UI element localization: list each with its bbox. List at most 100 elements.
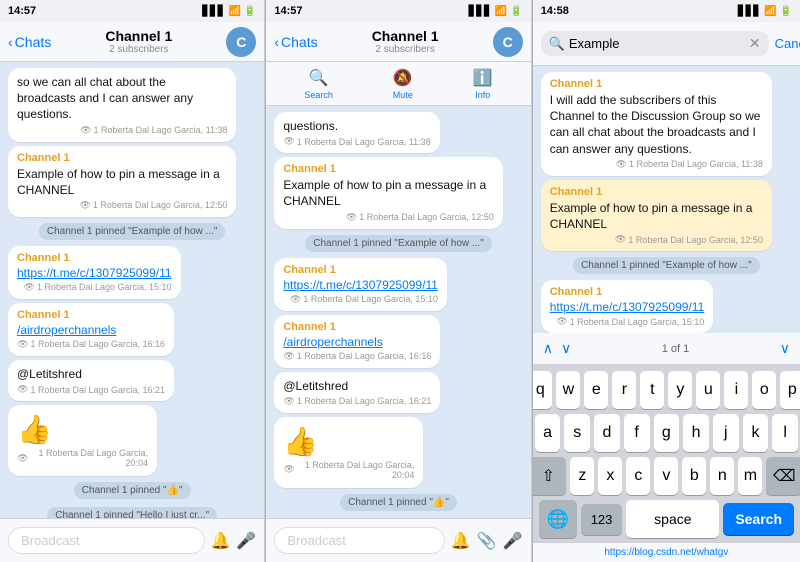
key-o[interactable]: o — [752, 371, 776, 409]
key-r[interactable]: r — [612, 371, 636, 409]
key-e[interactable]: e — [584, 371, 608, 409]
key-c[interactable]: c — [626, 457, 650, 495]
msg-link[interactable]: https://t.me/c/1307925099/11 — [283, 278, 438, 292]
status-bar-3: 14:58 ▋▋▋ 📶 🔋 — [533, 0, 800, 22]
delete-key[interactable]: ⌫ — [766, 457, 800, 495]
chat-area-1: so we can all chat about the broadcasts … — [0, 62, 264, 518]
eye-icon: 👁 — [283, 136, 294, 147]
panel-3: 14:58 ▋▋▋ 📶 🔋 🔍 ✕ Cancel Channel 1 I wil… — [533, 0, 800, 562]
msg-meta: 👁1 Roberta Dal Lago Garcia, 15:10 — [550, 316, 705, 327]
collapse-button[interactable]: ∨ — [780, 340, 790, 357]
broadcast-input-1[interactable]: Broadcast — [8, 527, 205, 554]
back-button-1[interactable]: ‹ Chats — [8, 34, 51, 50]
key-a[interactable]: a — [535, 414, 561, 452]
mute-toolbar-label: Mute — [393, 90, 413, 100]
nav-down-arrow[interactable]: ∨ — [561, 340, 571, 357]
key-z[interactable]: z — [570, 457, 594, 495]
cancel-button[interactable]: Cancel — [775, 36, 800, 51]
key-t[interactable]: t — [640, 371, 664, 409]
system-message: Channel 1 pinned "Example of how ..." — [305, 235, 492, 252]
key-g[interactable]: g — [654, 414, 680, 452]
nav-up-arrow[interactable]: ∧ — [543, 340, 553, 357]
key-u[interactable]: u — [696, 371, 720, 409]
mute-toolbar-btn[interactable]: 🔕 Mute — [393, 68, 413, 100]
status-icons-1: ▋▋▋ 📶 🔋 — [202, 6, 256, 17]
num-key[interactable]: 123 — [581, 504, 623, 535]
shift-key[interactable]: ⇧ — [533, 457, 567, 495]
key-w[interactable]: w — [556, 371, 580, 409]
watermark: https://blog.csdn.net/whatgv — [533, 542, 800, 562]
bottom-bar-2: Broadcast 🔔 📎 🎤 — [266, 518, 530, 562]
system-message: Channel 1 pinned "Example of how ..." — [573, 257, 760, 274]
key-y[interactable]: y — [668, 371, 692, 409]
msg-link[interactable]: https://t.me/c/1307925099/11 — [550, 300, 705, 314]
mic-icon[interactable]: 🎤 — [236, 531, 256, 551]
system-message: Channel 1 pinned "👍" — [340, 494, 457, 511]
message-bubble: questions. 👁1 Roberta Dal Lago Garcia, 1… — [274, 112, 439, 153]
search-input[interactable] — [569, 36, 745, 51]
back-label-1[interactable]: Chats — [15, 34, 52, 50]
avatar-1[interactable]: C — [226, 27, 256, 57]
msg-sender: Channel 1 — [17, 252, 172, 264]
msg-meta: 👁1 Roberta Dal Lago Garcia, 12:50 — [283, 212, 493, 223]
key-s[interactable]: s — [564, 414, 590, 452]
result-nav: ∧ ∨ 1 of 1 ∨ — [533, 333, 800, 365]
clear-search-icon[interactable]: ✕ — [749, 35, 761, 52]
key-n[interactable]: n — [710, 457, 734, 495]
nav-bar-2: ‹ Chats Channel 1 2 subscribers C — [266, 22, 530, 62]
key-d[interactable]: d — [594, 414, 620, 452]
msg-meta: 👁1 Roberta Dal Lago Garcia, 16:16 — [17, 339, 165, 350]
bell-icon[interactable]: 🔔 — [211, 531, 231, 551]
space-key[interactable]: space — [626, 500, 719, 538]
eye-icon: 👁 — [79, 200, 90, 211]
key-v[interactable]: v — [654, 457, 678, 495]
wifi-icon: 📶 — [495, 6, 507, 17]
emoji-bubble: 👍 👁1 Roberta Dal Lago Garcia, 20:04 — [274, 417, 423, 488]
msg-sender: Channel 1 — [550, 286, 705, 298]
eye-icon: 👁 — [283, 464, 294, 475]
key-l[interactable]: l — [772, 414, 798, 452]
keyboard-bottom-row: 🌐 123 space Search — [535, 500, 798, 538]
key-f[interactable]: f — [624, 414, 650, 452]
eye-icon: 👁 — [616, 159, 627, 170]
globe-key[interactable]: 🌐 — [539, 500, 577, 538]
keyboard-row-3: ⇧ z x c v b n m ⌫ — [535, 457, 798, 495]
back-button-2[interactable]: ‹ Chats — [274, 34, 317, 50]
msg-text: questions. — [283, 118, 430, 134]
attachment-icon[interactable]: 📎 — [477, 531, 497, 551]
info-toolbar-btn[interactable]: ℹ️ Info — [473, 68, 493, 100]
key-i[interactable]: i — [724, 371, 748, 409]
key-q[interactable]: q — [533, 371, 553, 409]
search-icon: 🔍 — [549, 36, 565, 52]
back-label-2[interactable]: Chats — [281, 34, 318, 50]
emoji-content: 👍 — [17, 413, 148, 446]
avatar-2[interactable]: C — [493, 27, 523, 57]
msg-meta: 👁1 Roberta Dal Lago Garcia, 15:10 — [17, 282, 172, 293]
key-b[interactable]: b — [682, 457, 706, 495]
search-key[interactable]: Search — [723, 503, 794, 535]
msg-link[interactable]: https://t.me/c/1307925099/11 — [17, 266, 172, 280]
bell-icon[interactable]: 🔔 — [451, 531, 471, 551]
msg-meta: 👁1 Roberta Dal Lago Garcia, 20:04 — [17, 448, 148, 468]
msg-link[interactable]: /airdroperchannels — [283, 335, 431, 349]
info-icon: ℹ️ — [473, 68, 493, 88]
key-p[interactable]: p — [780, 371, 800, 409]
signal-icon: ▋▋▋ — [469, 6, 492, 17]
search-toolbar-btn[interactable]: 🔍 Search — [304, 68, 333, 100]
eye-icon: 👁 — [615, 234, 626, 245]
mic-icon[interactable]: 🎤 — [503, 531, 523, 551]
key-k[interactable]: k — [743, 414, 769, 452]
keyboard-row-2: a s d f g h j k l — [535, 414, 798, 452]
msg-link[interactable]: /airdroperchannels — [17, 323, 165, 337]
msg-text: Example of how to pin a message in a CHA… — [17, 166, 227, 198]
key-j[interactable]: j — [713, 414, 739, 452]
key-x[interactable]: x — [598, 457, 622, 495]
msg-meta: 👁1 Roberta Dal Lago Garcia, 16:21 — [283, 396, 431, 407]
key-h[interactable]: h — [683, 414, 709, 452]
channel-title-2: Channel 1 2 subscribers — [324, 28, 487, 55]
key-m[interactable]: m — [738, 457, 762, 495]
msg-meta: 👁1 Roberta Dal Lago Garcia, 15:10 — [283, 294, 438, 305]
battery-icon: 🔋 — [510, 6, 522, 17]
broadcast-input-2[interactable]: Broadcast — [274, 527, 445, 554]
time-2: 14:57 — [274, 5, 302, 17]
